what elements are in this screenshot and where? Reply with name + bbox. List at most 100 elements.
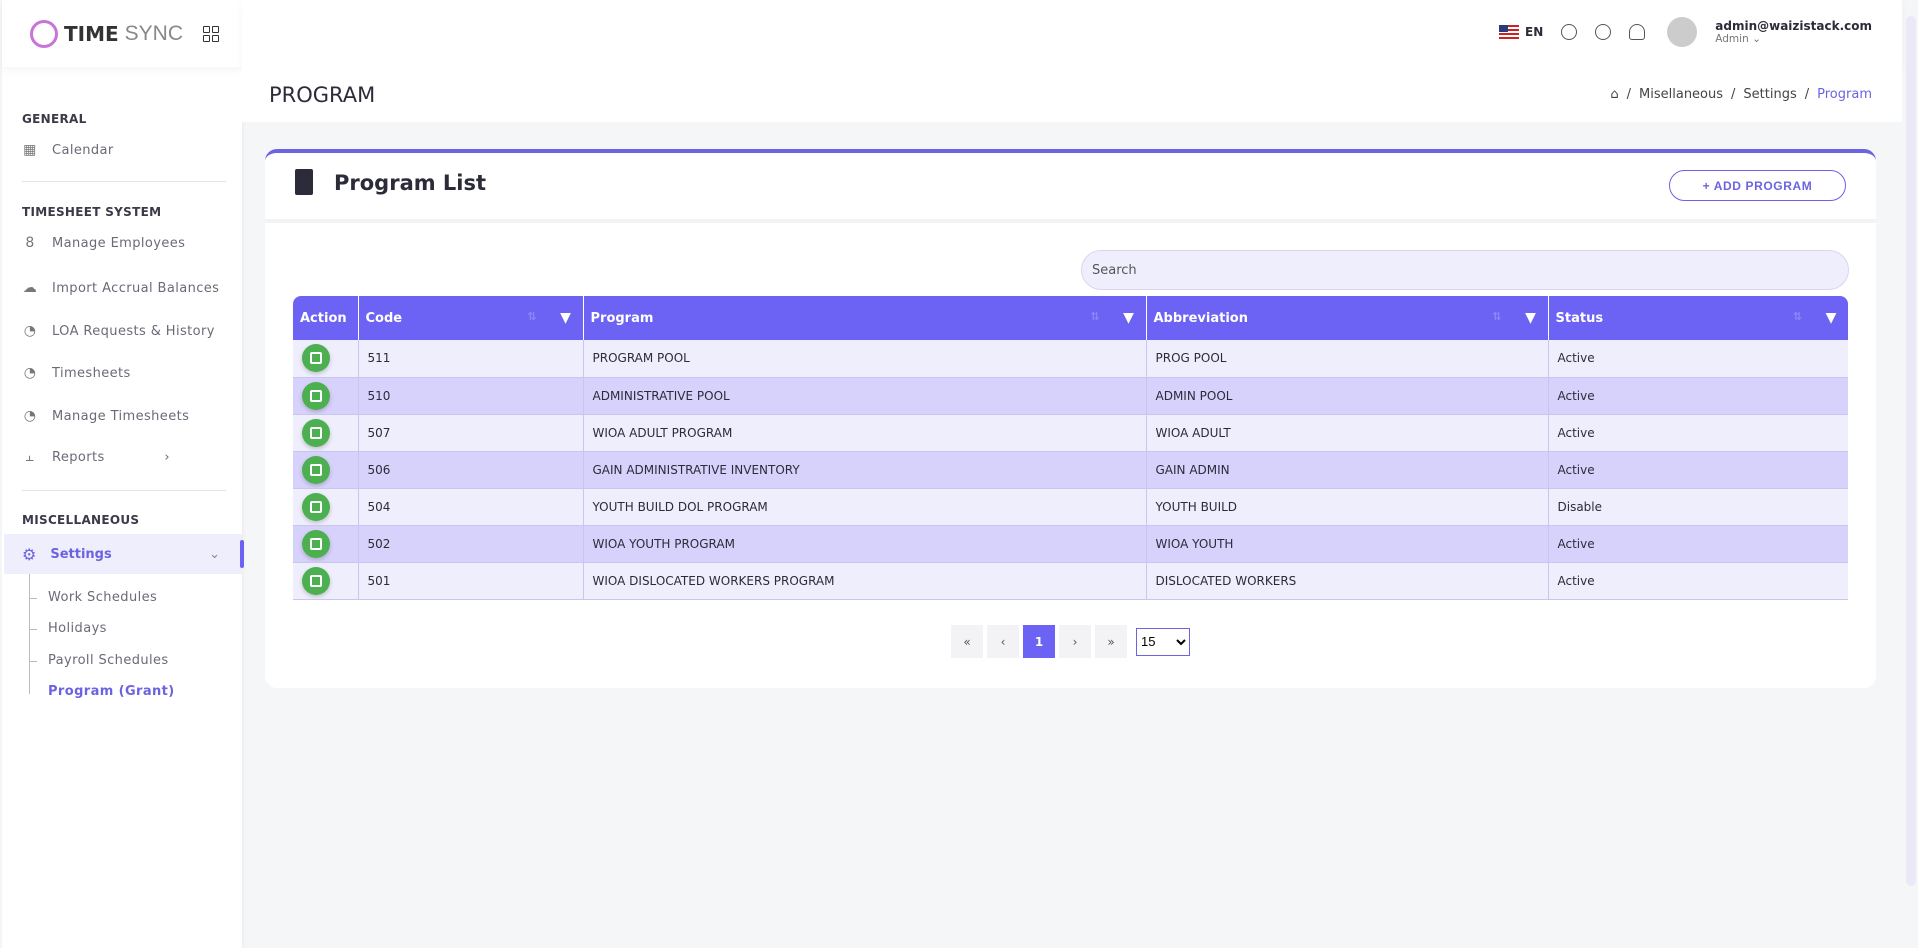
filter-icon[interactable]: ▼ xyxy=(1814,296,1848,340)
breadcrumb: ⌂ / Misellaneous / Settings / Program xyxy=(1610,87,1872,102)
cell: Active xyxy=(1548,451,1848,489)
action-cell xyxy=(293,340,359,378)
filter-icon[interactable]: ▼ xyxy=(1112,296,1146,340)
lightbulb-icon[interactable] xyxy=(1595,24,1612,40)
sort-icon[interactable]: ⇅ xyxy=(1492,310,1501,323)
col-action: Action xyxy=(293,296,359,340)
sidebar-item-settings[interactable]: ⚙ Settings ⌄ xyxy=(4,534,244,574)
first-page-button[interactable]: « xyxy=(951,625,983,658)
table-row: 501 WIOA DISLOCATED WORKERS PROGRAM DISLOC… xyxy=(293,562,1848,600)
sort-icon[interactable]: ⇅ xyxy=(527,310,536,323)
calendar-icon: ▦ xyxy=(23,142,37,158)
breadcrumb-program: Program xyxy=(1817,87,1872,102)
subitem-work-schedules[interactable]: Work Schedules xyxy=(48,590,157,605)
cell: DISLOCATED WORKERS xyxy=(1146,562,1549,600)
scrollbar[interactable] xyxy=(1906,16,1916,886)
filter-icon[interactable]: ▼ xyxy=(1514,296,1548,340)
subitem-payroll-schedules[interactable]: Payroll Schedules xyxy=(48,653,169,668)
search-icon[interactable] xyxy=(1561,24,1578,40)
action-cell xyxy=(293,414,359,452)
label: Manage Timesheets xyxy=(52,408,190,424)
chevron-down-icon: ⌄ xyxy=(209,546,220,562)
page-title: PROGRAM xyxy=(269,83,376,107)
cell: 502 xyxy=(358,525,584,563)
cell: 501 xyxy=(358,562,584,600)
us-flag-icon[interactable] xyxy=(1499,25,1520,39)
breadcrumb-settings[interactable]: Settings xyxy=(1743,87,1796,102)
language-selector[interactable]: EN xyxy=(1525,25,1543,39)
next-page-button[interactable]: › xyxy=(1059,625,1091,658)
card-title: Program List xyxy=(334,171,487,195)
avatar[interactable] xyxy=(1667,17,1698,47)
sidebar-item-calendar[interactable]: ▦ Calendar xyxy=(22,142,232,158)
divider xyxy=(22,490,226,491)
col-program[interactable]: Program ⇅ ▼ xyxy=(583,296,1147,340)
col-code[interactable]: Code ⇅ ▼ xyxy=(358,296,584,340)
cell: Active xyxy=(1548,562,1848,600)
clock-icon: ◔ xyxy=(23,408,37,424)
clock-logo-icon xyxy=(30,19,58,48)
cell: 507 xyxy=(358,414,584,452)
edit-icon[interactable] xyxy=(302,492,330,521)
table-row: 502 WIOA YOUTH PROGRAM WIOA YOUTH Active xyxy=(293,525,1848,563)
table-row: 507 WIOA ADULT PROGRAM WIOA ADULT Active xyxy=(293,414,1848,452)
logo[interactable]: TIME SYNC xyxy=(2,0,242,67)
sidebar-item-loa[interactable]: ◔ LOA Requests & History xyxy=(22,323,232,339)
sidebar-item-import-accrual[interactable]: ☁ Import Accrual Balances xyxy=(22,280,232,296)
subitem-holidays[interactable]: Holidays xyxy=(48,621,107,636)
label: Reports xyxy=(52,449,105,465)
edit-icon[interactable] xyxy=(302,566,330,595)
filter-icon[interactable]: ▼ xyxy=(549,296,583,340)
edit-icon[interactable] xyxy=(302,381,330,410)
cell: Active xyxy=(1548,414,1848,452)
edit-icon[interactable] xyxy=(302,529,330,558)
subitem-program-grant[interactable]: Program (Grant) xyxy=(48,684,175,699)
sidebar-item-reports[interactable]: ⫠ Reports › xyxy=(22,449,232,465)
page-1-button[interactable]: 1 xyxy=(1023,625,1055,658)
bell-icon[interactable] xyxy=(1629,24,1646,40)
action-cell xyxy=(293,488,359,526)
breadcrumb-misc[interactable]: Misellaneous xyxy=(1639,87,1723,102)
add-program-button[interactable]: + ADD PROGRAM xyxy=(1669,170,1846,201)
table-row: 510 ADMINISTRATIVE POOL ADMIN POOL Active xyxy=(293,377,1848,415)
user-menu[interactable]: admin@waizistack.com Admin ⌄ xyxy=(1715,19,1872,45)
last-page-button[interactable]: » xyxy=(1095,625,1127,658)
sort-icon[interactable]: ⇅ xyxy=(1793,310,1802,323)
search-input[interactable] xyxy=(1081,250,1849,290)
page-size-select[interactable]: 15 xyxy=(1136,627,1190,656)
cell: WIOA YOUTH PROGRAM xyxy=(583,525,1147,563)
cell: 510 xyxy=(358,377,584,415)
sidebar-item-manage-timesheets[interactable]: ◔ Manage Timesheets xyxy=(22,408,232,424)
table-row: 504 YOUTH BUILD DOL PROGRAM YOUTH BUILD Dis… xyxy=(293,488,1848,526)
clock-icon: ◔ xyxy=(23,365,37,381)
cell: ADMINISTRATIVE POOL xyxy=(583,377,1147,415)
action-cell xyxy=(293,377,359,415)
sidebar-item-manage-employees[interactable]: 8 Manage Employees xyxy=(22,235,232,251)
cell: PROGRAM POOL xyxy=(583,340,1147,378)
users-icon: 8 xyxy=(25,235,35,251)
chart-icon: ⫠ xyxy=(25,449,35,465)
section-general: GENERAL xyxy=(22,112,87,126)
prev-page-button[interactable]: ‹ xyxy=(987,625,1019,658)
sort-icon[interactable]: ⇅ xyxy=(1090,310,1099,323)
cell: Active xyxy=(1548,525,1848,563)
edit-icon[interactable] xyxy=(302,344,330,373)
section-timesheet: TIMESHEET SYSTEM xyxy=(22,205,162,219)
cell: ADMIN POOL xyxy=(1146,377,1549,415)
cell: GAIN ADMINISTRATIVE INVENTORY xyxy=(583,451,1147,489)
col-abbreviation[interactable]: Abbreviation ⇅ ▼ xyxy=(1146,296,1549,340)
edit-icon[interactable] xyxy=(302,455,330,484)
cell: Disable xyxy=(1548,488,1848,526)
sidebar-item-timesheets[interactable]: ◔ Timesheets xyxy=(22,365,232,381)
user-email: admin@waizistack.com xyxy=(1715,19,1872,33)
grid-menu-icon[interactable] xyxy=(203,25,220,42)
label: Settings xyxy=(50,546,112,562)
cell: WIOA DISLOCATED WORKERS PROGRAM xyxy=(583,562,1147,600)
home-icon[interactable]: ⌂ xyxy=(1610,87,1618,102)
cell: 511 xyxy=(358,340,584,378)
sidebar: TIME SYNC GENERAL ▦ Calendar TIMESHEET SY… xyxy=(2,0,244,948)
edit-icon[interactable] xyxy=(302,418,330,447)
action-cell xyxy=(293,562,359,600)
col-status[interactable]: Status ⇅ ▼ xyxy=(1548,296,1848,340)
cell: PROG POOL xyxy=(1146,340,1549,378)
